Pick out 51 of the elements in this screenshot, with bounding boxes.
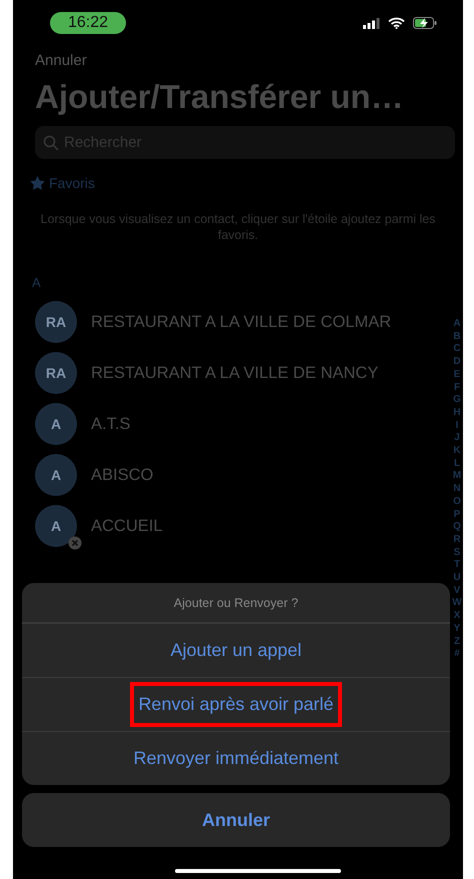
contact-avatar: A [35,403,77,445]
contact-avatar: A [35,454,77,496]
index-letter[interactable]: H [453,406,461,420]
index-letter[interactable]: K [453,445,461,458]
cancel-button[interactable]: Annuler [22,793,450,847]
signal-icon [363,18,380,28]
index-letter[interactable]: F [454,382,460,394]
index-letter[interactable]: O [453,496,461,509]
page-title: Ajouter/Transférer un… [35,78,405,116]
clock-time: 16:22 [50,12,126,34]
index-letter[interactable]: T [454,559,460,572]
contact-name[interactable]: RESTAURANT A LA VILLE DE NANCY [91,364,378,382]
index-letter[interactable]: I [456,420,458,432]
cancel-link[interactable]: Annuler [35,52,87,69]
index-letter[interactable]: G [453,394,461,407]
index-letter[interactable]: E [454,368,460,382]
index-letter[interactable]: A [453,318,461,331]
index-letter[interactable]: B [453,330,461,344]
star-icon [30,176,45,190]
index-letter[interactable]: M [452,470,462,484]
index-letter[interactable]: P [454,508,460,522]
sheet-title: Ajouter ou Renvoyer ? [22,583,450,623]
index-letter[interactable]: J [454,432,460,446]
index-letter[interactable]: D [453,356,461,369]
index-letter[interactable]: Y [454,622,460,636]
index-letter[interactable]: S [454,546,460,560]
index-letter[interactable]: Z [454,636,460,648]
contact-name[interactable]: ABISCO [91,466,154,484]
index-letter[interactable]: Q [453,521,461,534]
battery-charging-icon [413,17,437,29]
favorites-label: Favoris [49,175,95,191]
contact-name[interactable]: A.T.S [91,414,130,434]
index-letter[interactable]: R [453,534,461,547]
contact-avatar: RA [35,301,77,343]
action-option[interactable]: Renvoi après avoir parlé [130,682,342,727]
contact-name[interactable]: ACCUEIL [91,516,163,536]
contact-name[interactable]: RESTAURANT A LA VILLE DE COLMAR [91,312,392,332]
index-letter[interactable]: N [453,483,461,496]
remove-icon[interactable] [68,536,82,550]
contact-avatar: RA [35,352,77,394]
index-letter[interactable]: C [453,343,461,356]
index-letter[interactable]: X [454,610,460,623]
action-option[interactable]: Ajouter un appel [164,634,308,667]
index-letter[interactable]: L [454,458,460,470]
section-header: A [32,275,41,290]
index-letter[interactable]: U [453,572,461,585]
wifi-icon [388,17,405,29]
index-letter[interactable]: V [454,584,460,598]
index-letter[interactable]: # [454,648,460,661]
index-letter[interactable]: W [452,597,462,610]
action-option[interactable]: Renvoyer immédiatement [127,742,345,775]
